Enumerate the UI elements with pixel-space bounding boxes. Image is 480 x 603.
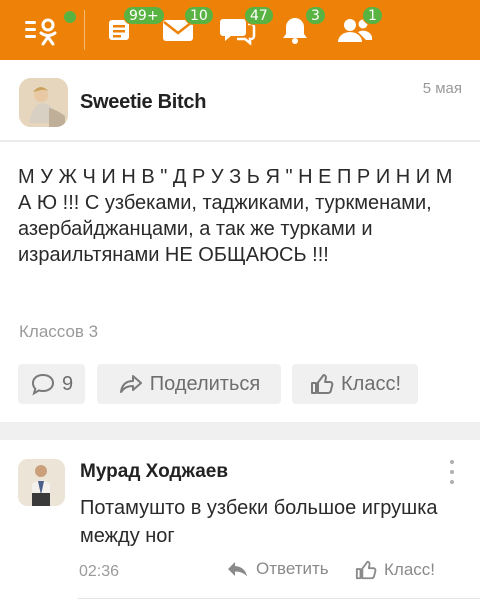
toolbar-separator: [84, 10, 85, 50]
comment-divider: [78, 598, 480, 599]
comment-icon: [31, 373, 54, 396]
notifications-badge: 3: [305, 6, 326, 25]
reply-arrow-icon: [228, 562, 247, 577]
header-divider: [0, 140, 480, 142]
friends-badge: 1: [362, 6, 383, 25]
thumbs-up-icon: [355, 560, 377, 580]
like-label: Класс!: [341, 372, 401, 395]
comment-more-icon[interactable]: [448, 460, 456, 484]
reply-label: Ответить: [256, 559, 329, 578]
comment-like-label: Класс!: [384, 560, 435, 579]
comment-time: 02:36: [79, 563, 120, 580]
top-navigation-bar: 99+ 10 47 3 1: [0, 0, 480, 60]
post-likes-count[interactable]: Классов 3: [19, 322, 98, 342]
menu-notification-dot: [62, 9, 78, 25]
share-label: Поделиться: [149, 372, 261, 395]
commenter-name[interactable]: Мурад Ходжаев: [80, 461, 228, 483]
thumbs-up-icon: [311, 374, 334, 394]
post-author-name[interactable]: Sweetie Bitch: [80, 91, 206, 114]
reply-button[interactable]: Ответить: [226, 559, 329, 579]
ok-menu-icon: [25, 18, 57, 46]
share-button[interactable]: Поделиться: [97, 364, 281, 404]
avatar-photo: [19, 78, 68, 127]
messages-badge: 10: [184, 6, 214, 25]
share-arrow-icon: [119, 375, 142, 393]
main-menu-button[interactable]: [14, 0, 78, 60]
post-text: М У Ж Ч И Н В " Д Р У З Ь Я " Н Е П Р И …: [18, 166, 453, 266]
comments-count: 9: [61, 372, 74, 395]
post-date: 5 мая: [422, 80, 462, 97]
author-avatar[interactable]: [19, 78, 68, 127]
like-button[interactable]: Класс!: [292, 364, 418, 404]
section-separator: [0, 422, 480, 440]
post-header: Sweetie Bitch 5 мая: [0, 60, 480, 142]
comments-button[interactable]: 9: [18, 364, 85, 404]
comment-like-button[interactable]: Класс!: [354, 559, 435, 581]
commenter-avatar[interactable]: [18, 459, 65, 506]
comment-text: Потамушто в узбеки большое игрушка между…: [80, 497, 438, 547]
commenter-avatar-photo: [18, 459, 65, 506]
